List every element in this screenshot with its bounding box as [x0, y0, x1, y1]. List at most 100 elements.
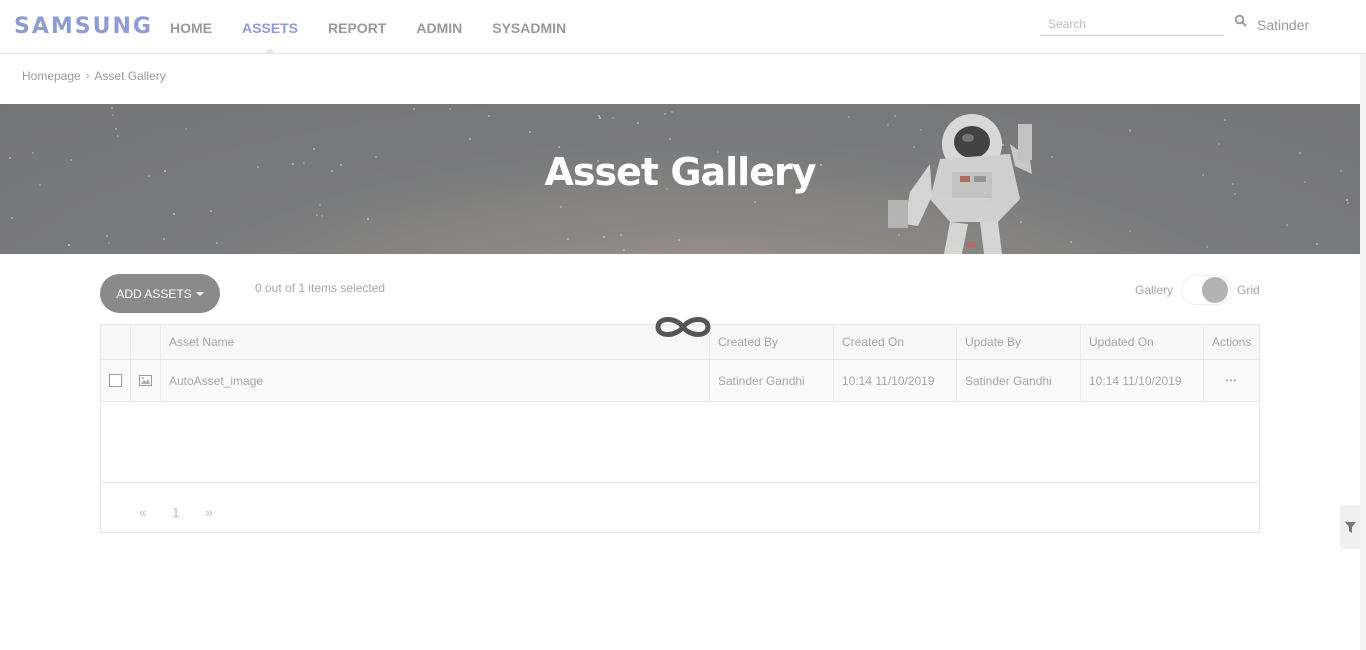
nav-home[interactable]: HOME	[170, 20, 212, 36]
star-dot	[68, 244, 70, 246]
nav-sysadmin[interactable]: SYSADMIN	[492, 20, 566, 36]
filter-icon	[1344, 521, 1356, 533]
star-dot	[117, 135, 119, 137]
star-dot	[560, 206, 562, 208]
right-scroll-edge	[1360, 54, 1366, 650]
nav-assets[interactable]: ASSETS	[242, 20, 298, 54]
star-dot	[173, 213, 175, 215]
add-assets-label: ADD ASSETS	[116, 286, 192, 301]
breadcrumb-home[interactable]: Homepage	[22, 69, 81, 83]
star-dot	[1347, 202, 1349, 204]
star-dot	[678, 239, 680, 241]
pager-divider	[101, 482, 1259, 483]
star-dot	[11, 217, 13, 219]
cell-asset-name[interactable]: AutoAsset_image	[161, 360, 710, 401]
star-dot	[637, 122, 639, 124]
loading-infinity-icon	[655, 317, 711, 337]
star-dot	[1218, 143, 1220, 145]
star-dot	[529, 131, 531, 133]
header-type-cell	[131, 325, 161, 359]
header-asset-name[interactable]: Asset Name	[161, 325, 710, 359]
table-row[interactable]: AutoAsset_image Satinder Gandhi 10:14 11…	[101, 360, 1259, 402]
cell-created-by: Satinder Gandhi	[710, 360, 834, 401]
star-dot	[163, 238, 165, 240]
pager-next[interactable]: »	[205, 505, 212, 520]
breadcrumb: Homepage › Asset Gallery	[22, 69, 166, 83]
add-assets-button[interactable]: ADD ASSETS	[100, 274, 220, 313]
view-gallery-label: Gallery	[1135, 283, 1174, 297]
star-dot	[115, 128, 117, 130]
star-dot	[488, 115, 490, 117]
star-dot	[1286, 224, 1288, 226]
header-actions: Actions	[1212, 335, 1252, 349]
asset-table: Asset Name Created By Created On Update …	[100, 324, 1260, 533]
star-dot	[1070, 241, 1072, 243]
star-dot	[216, 242, 218, 244]
star-dot	[1129, 230, 1131, 232]
star-dot	[1129, 130, 1131, 132]
selection-count: 0 out of 1 items selected	[255, 281, 386, 295]
chevron-right-icon: ›	[85, 70, 90, 82]
breadcrumb-current: Asset Gallery	[94, 69, 166, 83]
nav-report[interactable]: REPORT	[328, 20, 386, 36]
view-toggle-switch[interactable]	[1181, 275, 1232, 305]
star-dot	[1346, 199, 1348, 201]
star-dot	[367, 218, 369, 220]
star-dot	[623, 249, 625, 251]
star-dot	[210, 210, 212, 212]
star-dot	[598, 115, 600, 117]
search-icon[interactable]	[1234, 14, 1248, 28]
star-dot	[449, 108, 451, 110]
header-created-on[interactable]: Created On	[834, 325, 957, 359]
header-update-by[interactable]: Update By	[957, 325, 1081, 359]
cell-update-by: Satinder Gandhi	[957, 360, 1081, 401]
star-dot	[319, 204, 321, 206]
hero-banner: Asset Gallery	[0, 104, 1360, 254]
filter-toggle-button[interactable]	[1340, 505, 1360, 549]
star-dot	[1206, 246, 1208, 248]
cell-updated-on: 10:14 11/10/2019	[1081, 360, 1204, 401]
pager-prev[interactable]: «	[139, 505, 146, 520]
star-dot	[603, 236, 605, 238]
pagination: « 1 »	[139, 505, 239, 520]
row-select-cell	[101, 360, 131, 401]
caret-down-icon	[195, 291, 204, 296]
pager-page-1[interactable]: 1	[172, 505, 179, 520]
star-dot	[469, 138, 471, 140]
star-dot	[111, 107, 113, 109]
star-dot	[1316, 243, 1318, 245]
star-dot	[112, 114, 114, 116]
star-dot	[106, 235, 108, 237]
view-grid-label: Grid	[1237, 283, 1260, 297]
cell-created-on: 10:14 11/10/2019	[834, 360, 957, 401]
star-dot	[108, 242, 110, 244]
star-dot	[599, 117, 601, 119]
image-icon	[139, 375, 152, 386]
row-checkbox[interactable]	[109, 374, 122, 387]
actions-menu-icon[interactable]: •••	[1204, 360, 1259, 401]
search-input[interactable]	[1040, 12, 1224, 36]
star-dot	[185, 128, 187, 130]
user-name[interactable]: Satinder	[1257, 17, 1309, 33]
main-nav: HOME ASSETS REPORT ADMIN SYSADMIN	[170, 20, 596, 54]
star-dot	[558, 146, 560, 148]
toggle-knob	[1202, 277, 1229, 303]
top-bar: SAMSUNG HOME ASSETS REPORT ADMIN SYSADMI…	[0, 0, 1366, 54]
star-dot	[612, 117, 614, 119]
star-dot	[567, 238, 569, 240]
star-dot	[321, 215, 323, 217]
star-dot	[316, 214, 318, 216]
samsung-logo[interactable]: SAMSUNG	[14, 14, 153, 39]
star-dot	[671, 111, 673, 113]
star-dot	[754, 201, 756, 203]
header-updated-on[interactable]: Updated On	[1081, 325, 1204, 359]
star-dot	[848, 116, 850, 118]
star-dot	[620, 234, 622, 236]
star-dot	[669, 138, 671, 140]
star-dot	[1224, 119, 1226, 121]
star-dot	[664, 113, 666, 115]
header-select-cell	[101, 325, 131, 359]
nav-admin[interactable]: ADMIN	[416, 20, 462, 36]
header-created-by[interactable]: Created By	[710, 325, 834, 359]
row-type-cell	[131, 360, 161, 401]
